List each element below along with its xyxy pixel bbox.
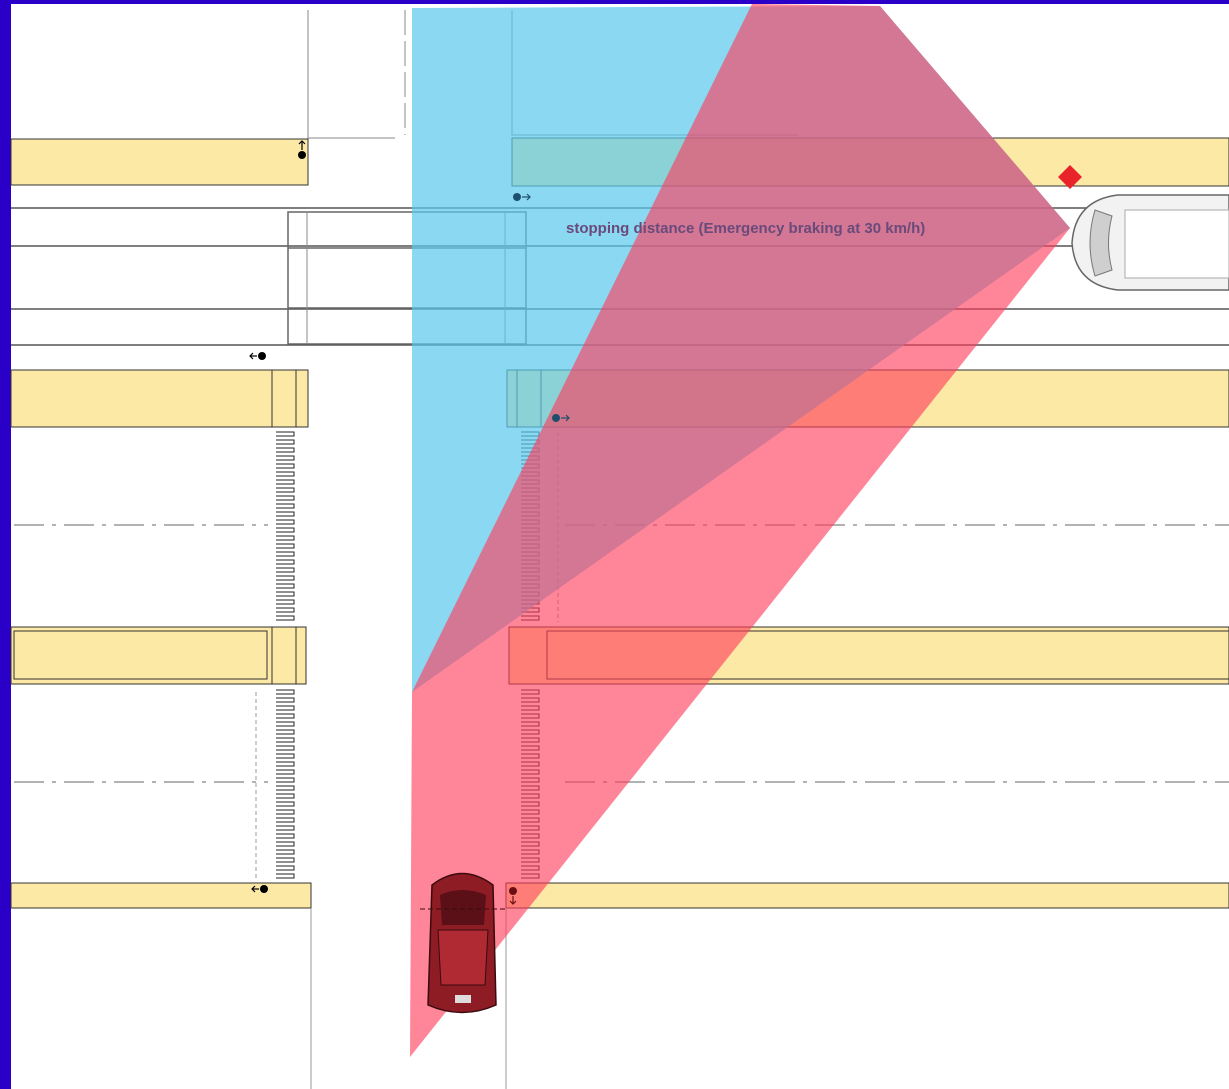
car-plate xyxy=(455,995,471,1003)
van-roof xyxy=(1124,209,1229,279)
stopping-distance-label: stopping distance (Emergency braking at … xyxy=(566,220,925,237)
van-windshield xyxy=(1089,209,1113,277)
white-van-icon xyxy=(1071,194,1229,291)
intersection-diagram-canvas: stopping distance (Emergency braking at … xyxy=(10,4,1229,1089)
car-windshield xyxy=(440,890,486,925)
sidewalk-lower-left xyxy=(10,626,307,685)
sidewalk-mid-left xyxy=(10,369,309,428)
sidewalk-bottom-right xyxy=(505,882,1229,909)
sidewalk-top-left xyxy=(10,138,309,186)
intersection-diagram: stopping distance (Emergency braking at … xyxy=(0,0,1229,1089)
car-roof xyxy=(437,929,489,986)
